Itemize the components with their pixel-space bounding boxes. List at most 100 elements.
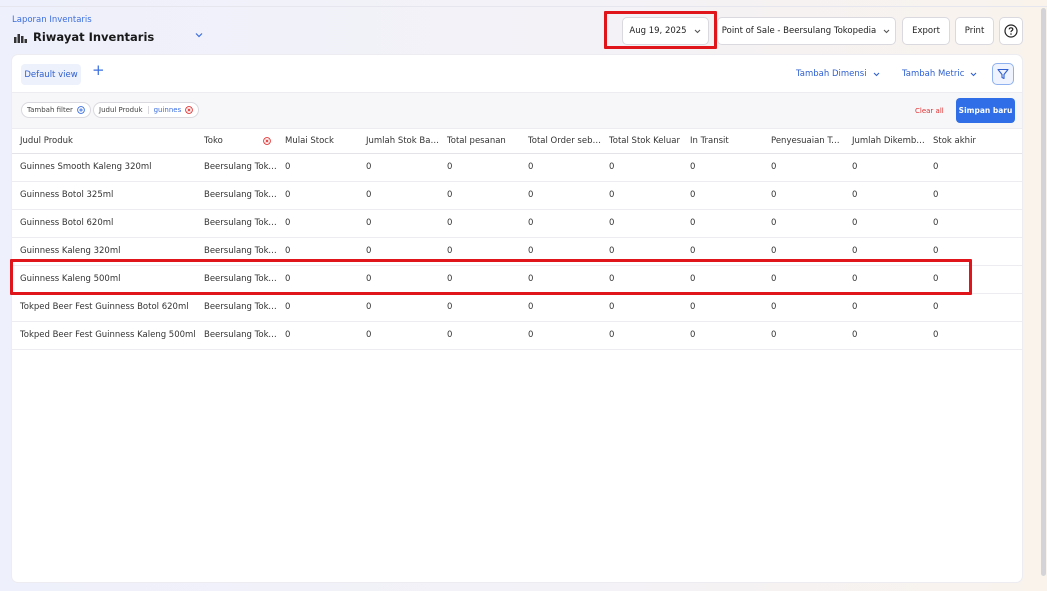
value-cell: 0 [520, 209, 601, 238]
table-row[interactable]: Guinness Botol 325mlBeersulang Tokopedia… [12, 181, 1022, 210]
table-row[interactable]: Guinness Kaleng 500mlBeersulang Tokopedi… [12, 265, 1022, 294]
value-cell: 0 [439, 237, 520, 266]
chevron-down-icon [694, 29, 700, 33]
value-cell: 0 [682, 265, 763, 294]
product-title-cell: Tokped Beer Fest Guinness Botol 620ml [12, 293, 196, 322]
value-cell: 0 [763, 209, 844, 238]
value-cell: 0 [277, 181, 358, 210]
column-header[interactable]: Stok akhir [925, 129, 1022, 154]
page-scrollbar[interactable] [1041, 8, 1046, 576]
store-cell: Beersulang Tokopedia [196, 153, 277, 182]
column-header[interactable]: In Transit [682, 129, 763, 154]
chevron-down-icon[interactable] [194, 30, 204, 40]
filter-button[interactable] [992, 63, 1014, 85]
value-cell: 0 [520, 265, 601, 294]
tab-default-view[interactable]: Default view [21, 64, 81, 85]
value-cell: 0 [925, 321, 1022, 350]
value-cell: 0 [358, 153, 439, 182]
table-row[interactable]: Guinness Botol 620mlBeersulang Tokopedia… [12, 209, 1022, 238]
product-title-cell: Guinness Kaleng 320ml [12, 237, 196, 266]
chevron-down-icon [873, 72, 879, 76]
tambah-dimensi-dropdown[interactable]: Tambah Dimensi [796, 69, 881, 79]
chip-value: guinnes [147, 106, 181, 114]
column-header[interactable]: Jumlah Stok Baru [358, 129, 439, 154]
value-cell: 0 [358, 293, 439, 322]
value-cell: 0 [277, 237, 358, 266]
value-cell: 0 [682, 209, 763, 238]
print-button[interactable]: Print [955, 17, 994, 45]
table-row[interactable]: Tokped Beer Fest Guinness Botol 620ml Bee… [12, 293, 1022, 322]
store-cell: Beersulang Tokopedia [196, 181, 277, 210]
value-cell: 0 [844, 237, 925, 266]
value-cell: 0 [844, 153, 925, 182]
column-header[interactable]: Toko [196, 129, 277, 154]
value-cell: 0 [520, 321, 601, 350]
add-filter-chip[interactable]: Tambah filter [21, 102, 91, 118]
column-header[interactable]: Total Stok Keluar [601, 129, 682, 154]
table-row[interactable]: Guinnes Smooth Kaleng 320ml Beersulang To… [12, 153, 1022, 182]
value-cell: 0 [925, 153, 1022, 182]
value-cell: 0 [925, 209, 1022, 238]
location-dropdown[interactable]: Point of Sale - Beersulang Tokopedia [717, 17, 896, 45]
tambah-metric-dropdown[interactable]: Tambah Metric [902, 69, 978, 79]
product-title-cell: Guinness Kaleng 500ml [12, 265, 196, 294]
value-cell: 0 [844, 293, 925, 322]
column-header[interactable]: Penyesuaian Total [763, 129, 844, 154]
judul-produk-filter-chip[interactable]: Judul Produk guinnes [93, 102, 200, 118]
store-cell: Beersulang Tokopedia [196, 321, 277, 350]
column-header[interactable]: Total pesanan [439, 129, 520, 154]
value-cell: 0 [763, 321, 844, 350]
value-cell: 0 [601, 181, 682, 210]
store-cell: Beersulang Tokopedia [196, 265, 277, 294]
value-cell: 0 [925, 265, 1022, 294]
table-row[interactable]: Guinness Kaleng 320mlBeersulang Tokopedi… [12, 237, 1022, 266]
page-title-row: Riwayat Inventaris [14, 30, 154, 44]
value-cell: 0 [277, 321, 358, 350]
add-view-button[interactable]: + [92, 63, 105, 78]
close-circle-icon[interactable] [185, 106, 194, 114]
chip-label: Judul Produk [99, 106, 143, 114]
column-header[interactable]: Jumlah Dikembalikan [844, 129, 925, 154]
value-cell: 0 [682, 321, 763, 350]
location-label: Point of Sale - Beersulang Tokopedia [721, 26, 877, 36]
value-cell: 0 [358, 209, 439, 238]
date-picker-button[interactable]: Aug 19, 2025 [622, 17, 709, 45]
value-cell: 0 [763, 153, 844, 182]
value-cell: 0 [844, 321, 925, 350]
close-circle-icon[interactable] [263, 137, 271, 145]
export-button[interactable]: Export [902, 17, 950, 45]
value-cell: 0 [520, 293, 601, 322]
chart-icon [14, 34, 27, 43]
value-cell: 0 [601, 209, 682, 238]
value-cell: 0 [277, 153, 358, 182]
value-cell: 0 [439, 265, 520, 294]
store-cell: Beersulang Tokopedia [196, 293, 277, 322]
help-button[interactable] [999, 17, 1023, 45]
value-cell: 0 [925, 181, 1022, 210]
column-header[interactable]: Mulai Stock [277, 129, 358, 154]
value-cell: 0 [439, 209, 520, 238]
value-cell: 0 [925, 237, 1022, 266]
clear-all-link[interactable]: Clear all [915, 107, 944, 115]
value-cell: 0 [439, 181, 520, 210]
breadcrumb[interactable]: Laporan Inventaris [12, 15, 92, 25]
column-header[interactable]: Judul Produk [12, 129, 196, 154]
value-cell: 0 [682, 237, 763, 266]
value-cell: 0 [277, 293, 358, 322]
value-cell: 0 [520, 237, 601, 266]
product-title-cell: Guinness Botol 325ml [12, 181, 196, 210]
value-cell: 0 [277, 209, 358, 238]
value-cell: 0 [601, 265, 682, 294]
table-body: Guinnes Smooth Kaleng 320ml Beersulang To… [12, 153, 1022, 350]
value-cell: 0 [601, 321, 682, 350]
value-cell: 0 [682, 181, 763, 210]
value-cell: 0 [358, 237, 439, 266]
value-cell: 0 [763, 181, 844, 210]
value-cell: 0 [925, 293, 1022, 322]
table-row[interactable]: Tokped Beer Fest Guinness Kaleng 500ml Be… [12, 321, 1022, 350]
table-header-row: Judul Produk Toko Mulai Stock Jumlah Sto… [12, 129, 1022, 154]
column-header[interactable]: Total Order sebelumnya [520, 129, 601, 154]
product-title-cell: Tokped Beer Fest Guinness Kaleng 500ml [12, 321, 196, 350]
save-new-button[interactable]: Simpan baru [956, 98, 1015, 123]
value-cell: 0 [520, 153, 601, 182]
